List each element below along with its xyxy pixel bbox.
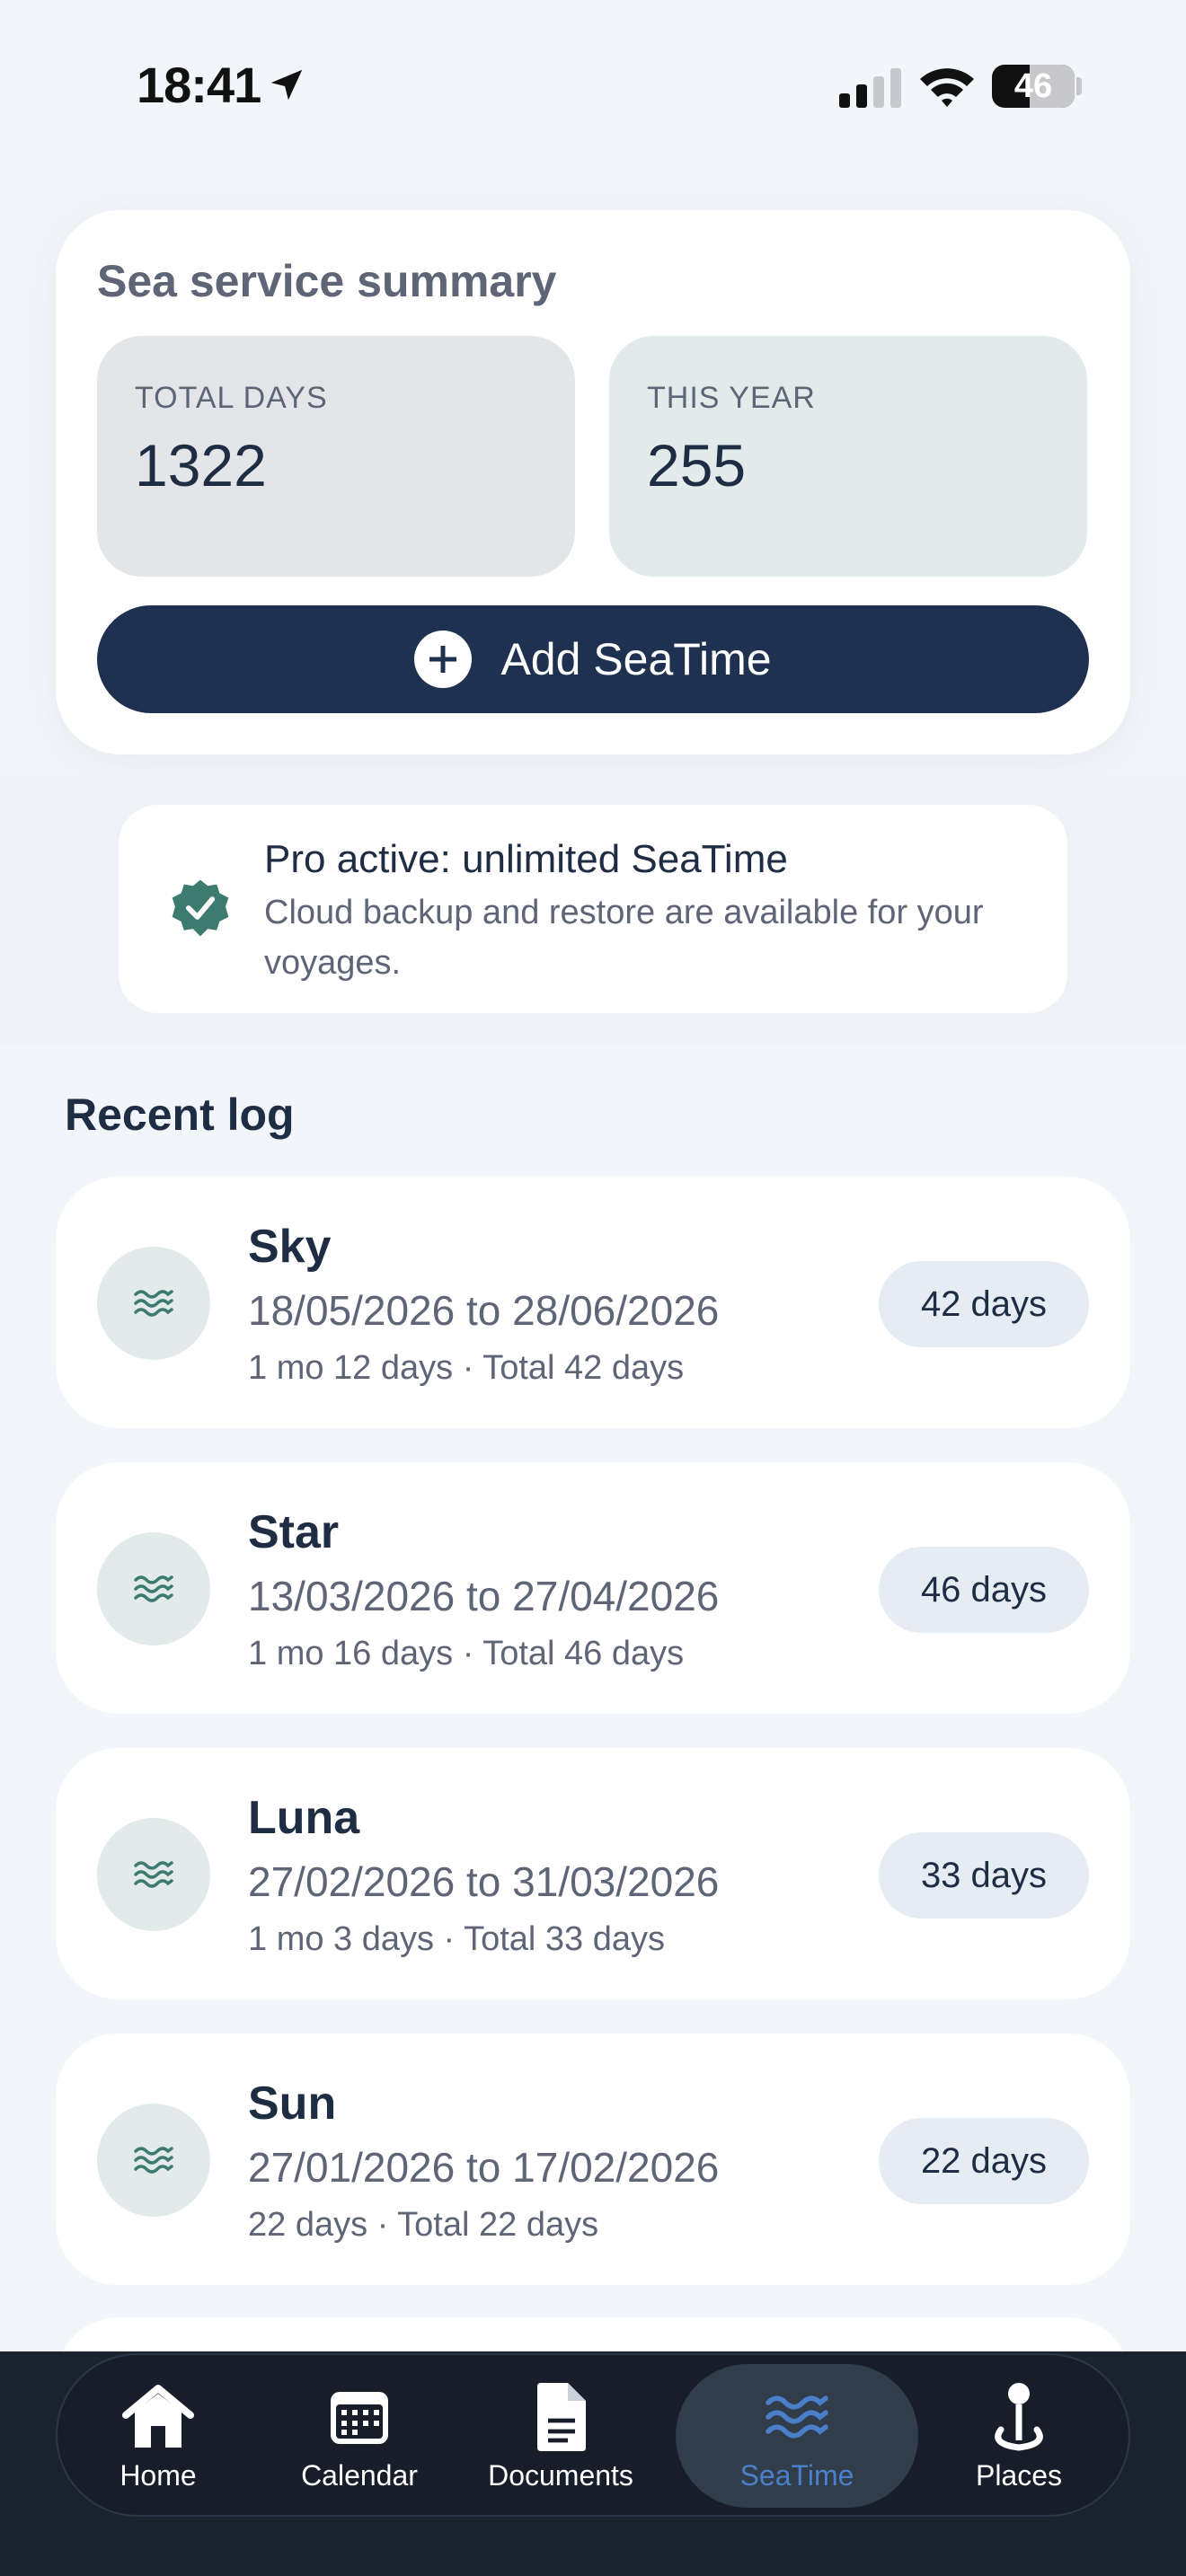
this-year-value: 255 [647, 432, 747, 498]
tab-label: Documents [488, 2459, 633, 2492]
add-seatime-button[interactable]: Add SeaTime [97, 605, 1089, 713]
tab-calendar[interactable]: Calendar [259, 2364, 460, 2508]
bottom-tab-bar: Home Calendar Documents SeaTime Places [56, 2353, 1130, 2517]
pro-title: Pro active: unlimited SeaTime [264, 837, 788, 881]
duration-detail: 22 days · Total 22 days [248, 2206, 599, 2244]
home-icon [118, 2377, 199, 2457]
total-days-value: 1322 [135, 432, 267, 498]
tab-label: Places [975, 2459, 1063, 2492]
vessel-name: Sun [248, 2078, 337, 2130]
days-badge: 42 days [879, 1261, 1089, 1347]
tab-label: Home [119, 2459, 197, 2492]
tab-label: Calendar [301, 2459, 418, 2492]
this-year-label: THIS YEAR [647, 381, 816, 415]
log-item[interactable]: Sun 27/01/2026 to 17/02/2026 22 days · T… [56, 2033, 1130, 2285]
waves-icon [97, 1818, 210, 1931]
date-range: 27/01/2026 to 17/02/2026 [248, 2144, 720, 2191]
log-item[interactable]: Luna 27/02/2026 to 31/03/2026 1 mo 3 day… [56, 1748, 1130, 1999]
tab-seatime[interactable]: SeaTime [676, 2364, 918, 2508]
pro-status-card: Pro active: unlimited SeaTime Cloud back… [119, 805, 1067, 1013]
log-item[interactable]: Star 13/03/2026 to 27/04/2026 1 mo 16 da… [56, 1462, 1130, 1714]
sea-service-summary-card: Sea service summary TOTAL DAYS 1322 THIS… [56, 210, 1130, 754]
pro-description: Cloud backup and restore are available f… [264, 894, 984, 982]
recent-log-title: Recent log [65, 1090, 295, 1140]
cellular-signal-icon [839, 68, 901, 108]
date-range: 13/03/2026 to 27/04/2026 [248, 1573, 720, 1619]
waves-icon [97, 1532, 210, 1645]
calendar-icon [319, 2377, 400, 2457]
status-bar: 18:41 46 [0, 0, 1186, 180]
date-range: 18/05/2026 to 28/06/2026 [248, 1287, 720, 1334]
vessel-name: Luna [248, 1792, 360, 1844]
total-days-label: TOTAL DAYS [135, 381, 328, 415]
tab-home[interactable]: Home [58, 2364, 259, 2508]
total-days-tile: TOTAL DAYS 1322 [97, 336, 575, 577]
tab-places[interactable]: Places [918, 2364, 1120, 2508]
days-badge: 46 days [879, 1547, 1089, 1633]
duration-detail: 1 mo 3 days · Total 33 days [248, 1920, 665, 1958]
tab-documents[interactable]: Documents [460, 2364, 661, 2508]
vessel-name: Star [248, 1506, 340, 1558]
tab-label: SeaTime [739, 2459, 854, 2492]
wifi-icon [920, 68, 974, 107]
battery-icon: 46 [992, 65, 1075, 108]
status-time: 18:41 [137, 57, 261, 113]
location-arrow-icon [270, 69, 303, 101]
location-pin-icon [978, 2377, 1059, 2457]
add-seatime-label: Add SeaTime [500, 634, 772, 684]
verified-badge-icon [172, 879, 229, 937]
days-badge: 33 days [879, 1832, 1089, 1919]
days-badge: 22 days [879, 2118, 1089, 2204]
battery-percentage: 46 [1013, 66, 1053, 105]
waves-icon [757, 2377, 837, 2457]
waves-icon [97, 2104, 210, 2217]
log-item[interactable]: Sky 18/05/2026 to 28/06/2026 1 mo 12 day… [56, 1177, 1130, 1428]
date-range: 27/02/2026 to 31/03/2026 [248, 1858, 720, 1905]
waves-icon [97, 1247, 210, 1360]
duration-detail: 1 mo 16 days · Total 46 days [248, 1635, 685, 1672]
document-icon [520, 2377, 601, 2457]
vessel-name: Sky [248, 1221, 332, 1273]
summary-title: Sea service summary [97, 256, 557, 306]
duration-detail: 1 mo 12 days · Total 42 days [248, 1349, 685, 1387]
plus-circle-icon [414, 631, 473, 688]
this-year-tile: THIS YEAR 255 [609, 336, 1087, 577]
